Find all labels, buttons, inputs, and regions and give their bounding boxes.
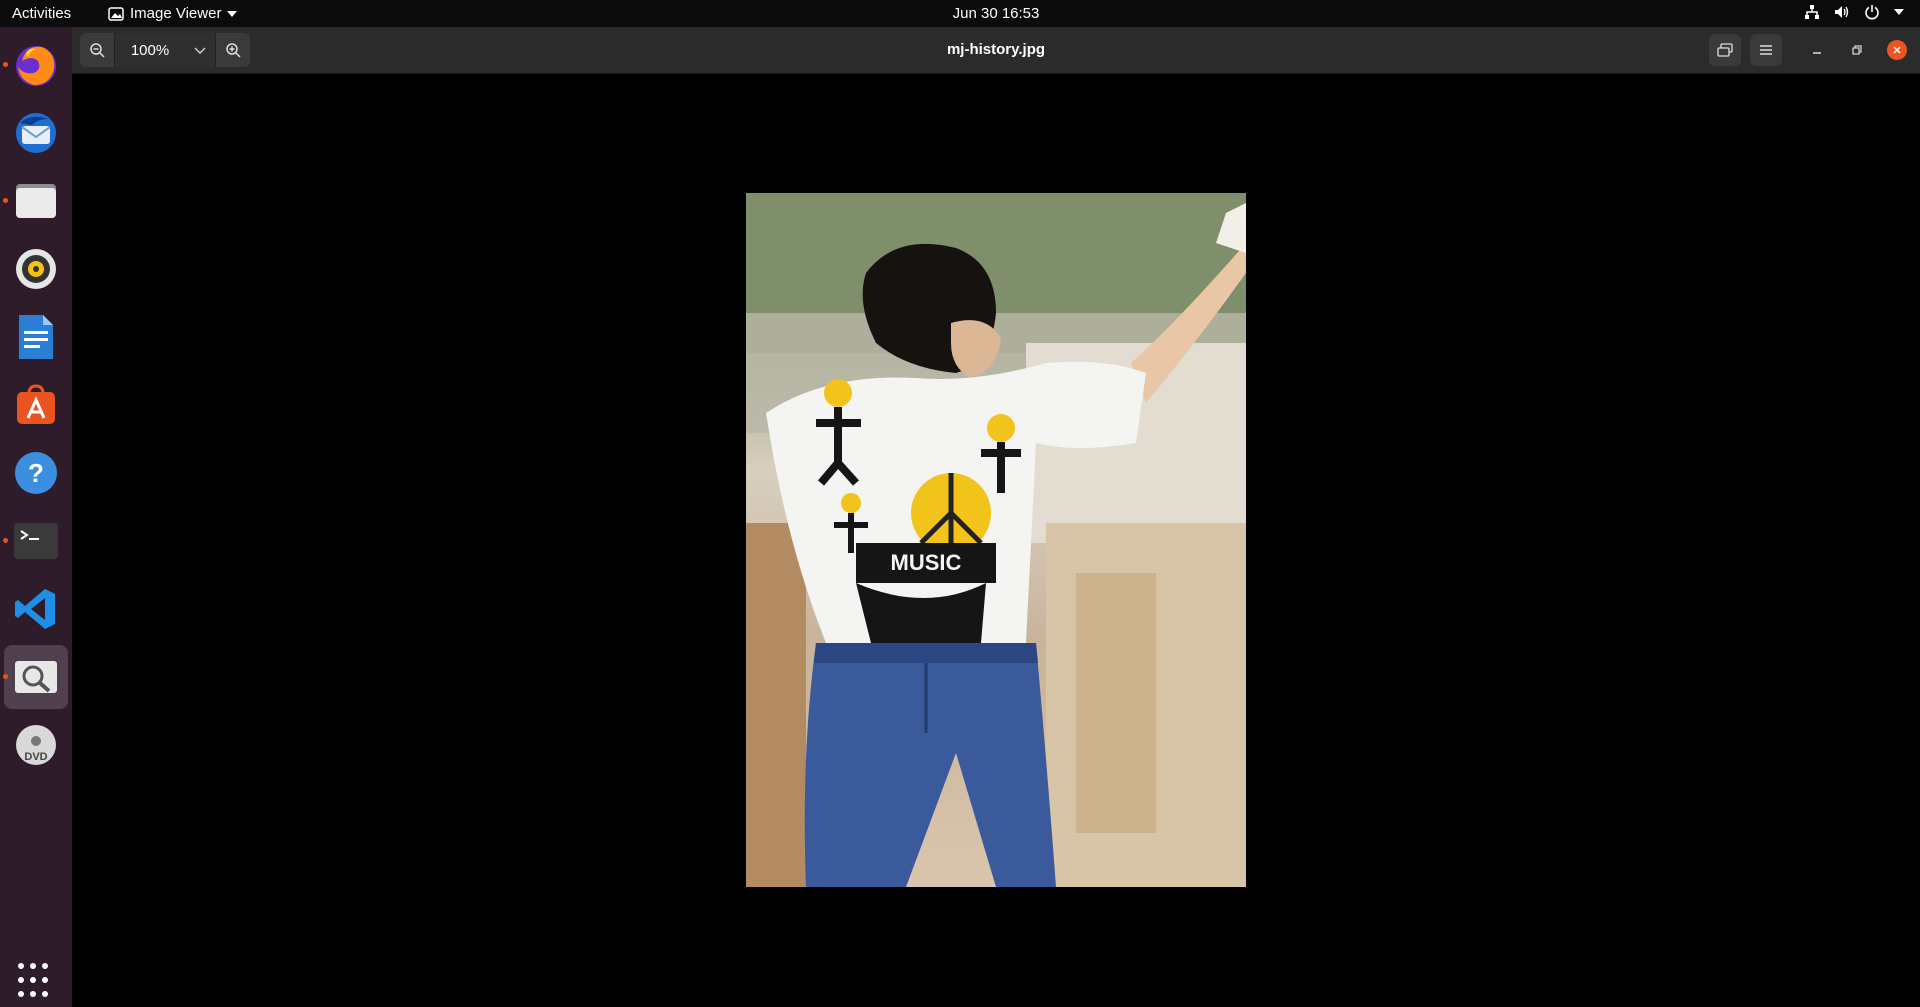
window-title: mj-history.jpg bbox=[946, 41, 1046, 58]
svg-text:?: ? bbox=[28, 458, 44, 488]
dock-software[interactable] bbox=[4, 373, 68, 437]
restore-button[interactable] bbox=[1844, 37, 1870, 63]
vscode-icon bbox=[15, 589, 55, 629]
running-indicator bbox=[3, 198, 8, 203]
top-bar: Activities Image Viewer Jun 30 16:53 bbox=[0, 0, 1920, 27]
dock-thunderbird[interactable] bbox=[4, 101, 68, 165]
show-applications-button[interactable] bbox=[18, 963, 54, 999]
image-viewer-icon bbox=[15, 661, 57, 693]
help-icon: ? bbox=[15, 452, 57, 494]
dock-dvd[interactable]: DVD bbox=[4, 713, 68, 777]
dock-help[interactable]: ? bbox=[4, 441, 68, 505]
chevron-down-icon bbox=[1894, 9, 1904, 15]
dock-files[interactable] bbox=[3, 169, 68, 233]
minimize-icon bbox=[1813, 52, 1821, 54]
files-icon bbox=[16, 184, 56, 218]
libreoffice-writer-icon bbox=[19, 315, 53, 359]
clock[interactable]: Jun 30 16:53 bbox=[0, 5, 1920, 22]
main-menu-button[interactable] bbox=[1750, 34, 1782, 66]
image-canvas[interactable]: MUSIC bbox=[72, 74, 1920, 1007]
dvd-icon: DVD bbox=[16, 725, 56, 765]
dock: ? DVD bbox=[0, 27, 72, 1007]
running-indicator bbox=[3, 62, 8, 67]
ubuntu-software-icon bbox=[17, 384, 55, 424]
network-icon bbox=[1805, 5, 1819, 19]
minimize-button[interactable] bbox=[1804, 37, 1830, 63]
hamburger-menu-icon bbox=[1760, 45, 1772, 55]
displayed-photo[interactable]: MUSIC bbox=[746, 193, 1246, 887]
dock-rhythmbox[interactable] bbox=[4, 237, 68, 301]
running-indicator bbox=[3, 538, 8, 543]
dock-terminal[interactable] bbox=[3, 509, 68, 573]
dock-firefox[interactable] bbox=[3, 33, 68, 97]
restore-icon bbox=[1852, 45, 1862, 55]
fullscreen-icon bbox=[1717, 43, 1733, 57]
dock-image-viewer[interactable] bbox=[3, 645, 68, 709]
power-icon bbox=[1865, 5, 1879, 20]
firefox-icon bbox=[16, 46, 56, 86]
close-button[interactable] bbox=[1887, 40, 1907, 60]
volume-icon bbox=[1835, 6, 1849, 18]
svg-text:DVD: DVD bbox=[24, 751, 47, 763]
photo-illustration: MUSIC bbox=[746, 193, 1246, 887]
rhythmbox-icon bbox=[16, 249, 56, 289]
close-icon bbox=[1893, 46, 1901, 54]
system-tray[interactable] bbox=[1804, 4, 1904, 20]
dock-vscode[interactable] bbox=[4, 577, 68, 641]
fullscreen-button[interactable] bbox=[1709, 34, 1741, 66]
running-indicator bbox=[3, 674, 8, 679]
headerbar: 100% mj-history.jpg bbox=[72, 27, 1920, 74]
shirt-text: MUSIC bbox=[891, 550, 962, 575]
thunderbird-icon bbox=[16, 113, 56, 153]
terminal-icon bbox=[14, 523, 58, 559]
dock-writer[interactable] bbox=[4, 305, 68, 369]
